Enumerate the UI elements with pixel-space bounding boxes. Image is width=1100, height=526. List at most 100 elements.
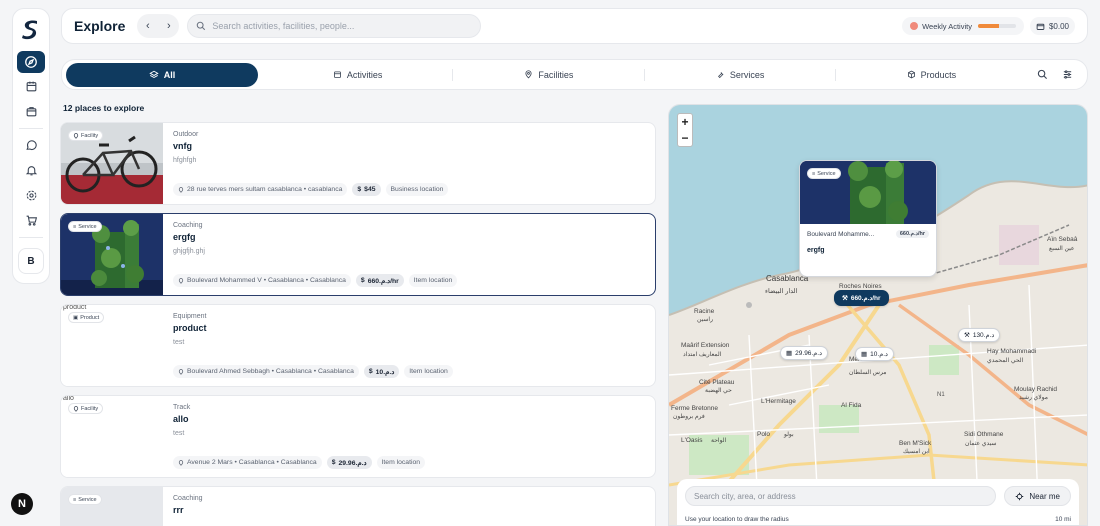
rail-divider bbox=[19, 237, 43, 238]
building-icon: ▦ bbox=[861, 351, 868, 358]
list-item[interactable]: product ▣ Product Equipment product test… bbox=[60, 304, 656, 387]
badge-label: Service bbox=[78, 223, 97, 230]
map-view[interactable]: Casablanca الدار البيضاء Roches Noires R… bbox=[668, 104, 1088, 526]
popup-price: 660.د.م/hr bbox=[895, 230, 929, 238]
map-label-benm-ar: ابن امسيك bbox=[903, 448, 930, 455]
item-price: $45 bbox=[364, 186, 376, 193]
back-arrow-icon[interactable]: ‹ bbox=[146, 20, 150, 32]
map-pin[interactable]: ⚒ 130.د.م bbox=[958, 328, 1001, 342]
item-info: Outdoor vnfg hfghfgh 28 rue terves mers … bbox=[163, 123, 655, 204]
popup-image: ≡ Service bbox=[800, 161, 936, 224]
item-price: 10.د.م bbox=[375, 368, 395, 376]
near-me-button[interactable]: Near me bbox=[1004, 486, 1071, 506]
item-description: test bbox=[173, 339, 185, 346]
user-avatar[interactable]: B bbox=[18, 248, 44, 274]
tab-all[interactable]: All bbox=[66, 62, 258, 87]
wallet-balance[interactable]: $0.00 bbox=[1029, 17, 1075, 35]
item-name[interactable]: vnfg bbox=[173, 141, 645, 151]
nav-bell-icon[interactable] bbox=[17, 160, 45, 182]
weekly-activity[interactable]: Weekly Activity bbox=[902, 17, 1024, 35]
pin-label: 130.د.م bbox=[972, 332, 995, 339]
image-alt-text: allo bbox=[63, 395, 74, 402]
tab-label: Services bbox=[729, 69, 765, 80]
map-popup[interactable]: ≡ Service Boulevard Mohamme... 660.د.م/h… bbox=[799, 160, 937, 277]
item-name[interactable]: ergfg bbox=[173, 232, 645, 242]
tab-services[interactable]: Services bbox=[645, 63, 837, 87]
nav-explore-icon[interactable] bbox=[17, 50, 45, 73]
map-label-polo: Polo bbox=[757, 431, 770, 438]
item-description: test bbox=[173, 430, 185, 437]
location-chip: Item location bbox=[404, 365, 453, 378]
app-logo-icon[interactable] bbox=[19, 17, 43, 41]
results-count: 12 places to explore bbox=[63, 103, 145, 113]
category-tabs: All Activities Facilities Services Produ… bbox=[61, 59, 1088, 90]
forward-arrow-icon[interactable]: › bbox=[167, 20, 171, 32]
tab-products[interactable]: Products bbox=[836, 63, 1027, 87]
pin-icon bbox=[178, 277, 184, 284]
pin-icon bbox=[73, 132, 79, 139]
tab-label: Products bbox=[920, 69, 957, 80]
badge-label: Service bbox=[78, 496, 97, 503]
item-category: Track bbox=[173, 404, 191, 411]
tab-activities[interactable]: Activities bbox=[262, 63, 454, 87]
map-pin[interactable]: ▦ 29.96.د.م bbox=[780, 346, 828, 360]
item-meta: Boulevard Ahmed Sebbagh • Casablanca • C… bbox=[173, 365, 645, 378]
item-info: Coaching ergfg ghjgfjh.ghj Boulevard Moh… bbox=[163, 214, 655, 295]
location-chip: Item location bbox=[376, 456, 426, 469]
zoom-in-button[interactable]: + bbox=[681, 115, 688, 129]
map-pin[interactable]: ▦ 10.د.م bbox=[855, 347, 894, 361]
popup-name[interactable]: ergfg bbox=[807, 247, 929, 254]
weekly-activity-label: Weekly Activity bbox=[922, 21, 972, 31]
item-address: Boulevard Ahmed Sebbagh • Casablanca • C… bbox=[187, 368, 354, 375]
global-search-input[interactable]: Search activities, facilities, people... bbox=[187, 14, 482, 38]
map-label-mers-ar: مرس السلطان bbox=[849, 369, 887, 376]
map-label-hay-ar: الحي المحمدي bbox=[987, 357, 1024, 364]
box-icon bbox=[907, 70, 915, 79]
pin-icon bbox=[178, 368, 184, 375]
item-thumbnail: ≡ Service bbox=[61, 487, 163, 526]
item-meta: Boulevard Mohammed V • Casablanca • Casa… bbox=[173, 274, 645, 287]
map-label-ferme-ar: فرم بروطون bbox=[673, 413, 705, 420]
nav-calendar-icon[interactable] bbox=[17, 76, 45, 98]
pin-label: 29.96.د.م bbox=[795, 350, 822, 357]
item-name[interactable]: allo bbox=[173, 414, 645, 424]
filter-sliders-icon[interactable] bbox=[1062, 69, 1073, 80]
rail-divider bbox=[19, 128, 43, 129]
zoom-out-button[interactable]: − bbox=[681, 131, 688, 145]
item-price: 660.د.م/hr bbox=[367, 277, 399, 285]
price-chip: $ 660.د.م/hr bbox=[355, 274, 404, 287]
map-label-hay: Hay Mohammadi bbox=[987, 348, 1036, 355]
map-label-hermitage: L'Hermitage bbox=[761, 398, 796, 405]
tab-label: Facilities bbox=[538, 69, 574, 80]
item-category: Coaching bbox=[173, 495, 203, 502]
pin-icon bbox=[178, 186, 184, 193]
map-pin[interactable]: ⚒ 660.د.م/hr bbox=[834, 290, 889, 306]
item-info: Coaching rrr bbox=[163, 487, 655, 526]
location-chip: Item location bbox=[408, 274, 458, 287]
nav-messages-icon[interactable] bbox=[17, 135, 45, 157]
item-thumbnail: allo Facility bbox=[61, 396, 163, 477]
page-title: Explore bbox=[74, 18, 126, 34]
nav-settings-icon[interactable] bbox=[17, 185, 45, 207]
list-item[interactable]: ≡ Service Coaching rrr bbox=[60, 486, 656, 526]
item-name[interactable]: product bbox=[173, 323, 645, 333]
popup-address: Boulevard Mohamme... bbox=[807, 230, 875, 238]
search-icon[interactable] bbox=[1037, 69, 1048, 80]
item-name[interactable]: rrr bbox=[173, 505, 645, 515]
nav-bag-icon[interactable] bbox=[17, 101, 45, 123]
tab-facilities[interactable]: Facilities bbox=[453, 63, 645, 87]
map-label-sidi-ar: سيدي عثمان bbox=[965, 440, 996, 447]
list-item[interactable]: allo Facility Track allo test Avenue 2 M… bbox=[60, 395, 656, 478]
map-search-input[interactable]: Search city, area, or address bbox=[685, 486, 997, 506]
address-chip: Boulevard Mohammed V • Casablanca • Casa… bbox=[173, 274, 351, 287]
nav-cart-icon[interactable] bbox=[17, 210, 45, 232]
pin-icon bbox=[525, 70, 532, 79]
dev-badge-icon[interactable]: N bbox=[11, 493, 33, 515]
list-item[interactable]: ≡ Service Coaching ergfg ghjgfjh.ghj Bou… bbox=[60, 213, 656, 296]
item-thumbnail: product ▣ Product bbox=[61, 305, 163, 386]
type-badge: ≡ Service bbox=[807, 168, 841, 179]
activity-dot-icon bbox=[910, 22, 919, 30]
weekly-activity-progress bbox=[977, 24, 1016, 28]
list-item[interactable]: Facility Outdoor vnfg hfghfgh 28 rue ter… bbox=[60, 122, 656, 205]
menu-icon: ≡ bbox=[73, 496, 77, 503]
